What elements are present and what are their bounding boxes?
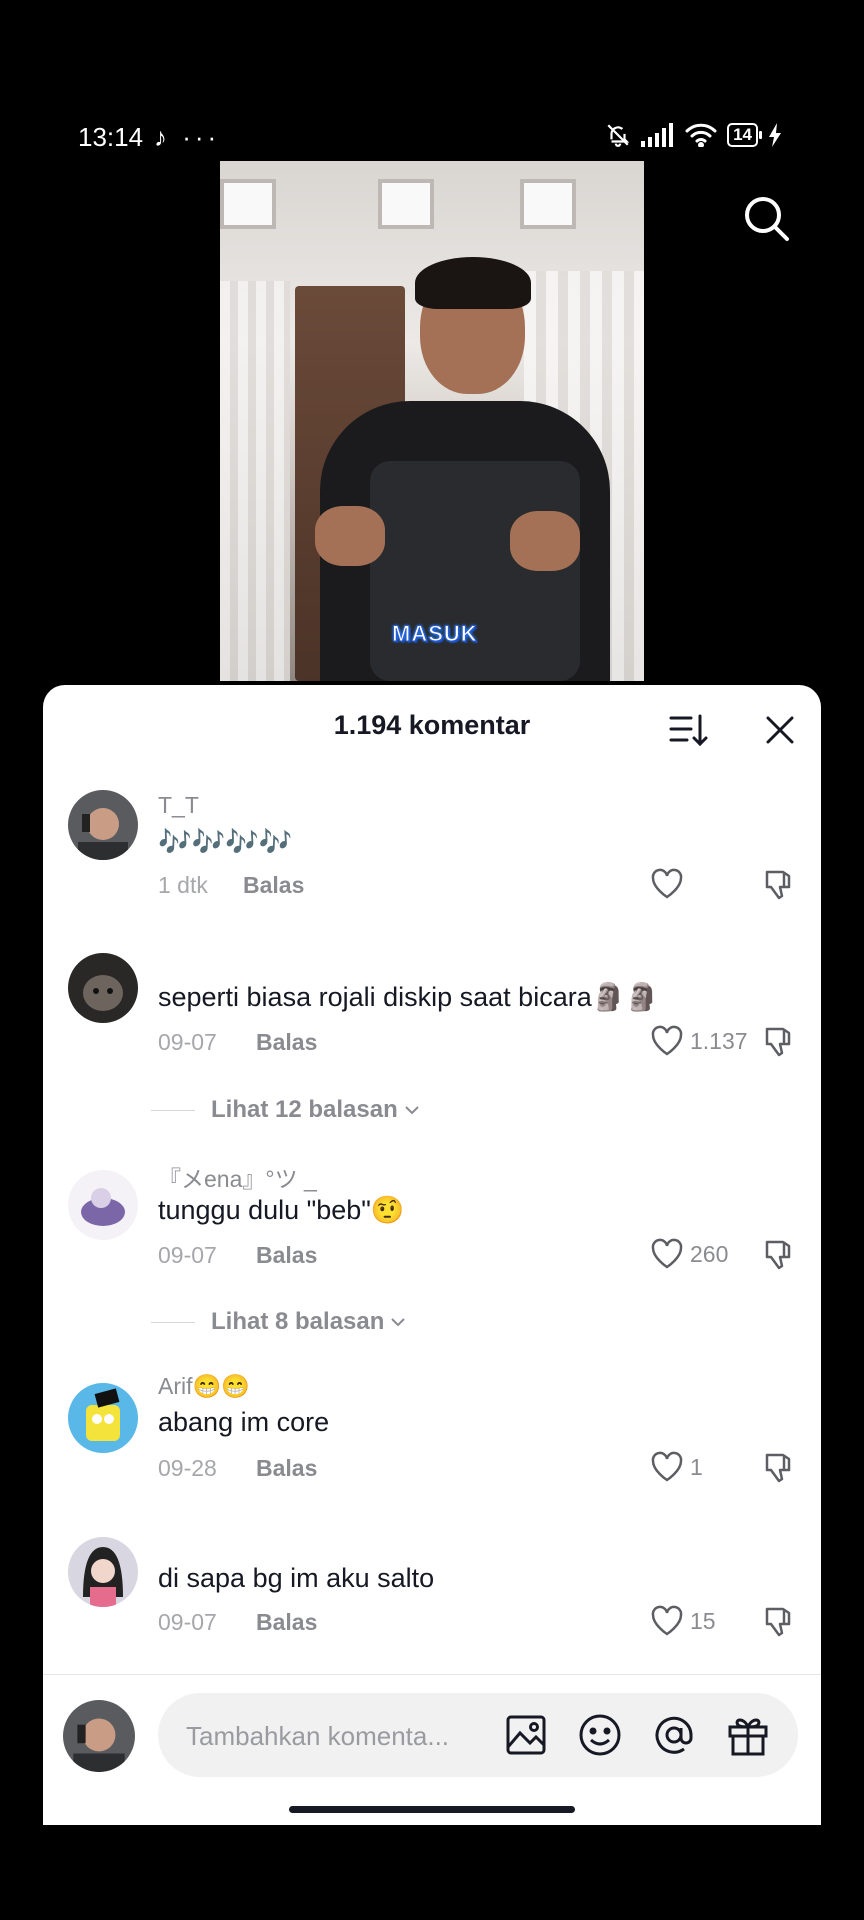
video-scene [378,179,434,229]
sort-icon[interactable] [669,712,709,748]
comment-time: 09-28 [158,1455,217,1481]
comment-time: 09-07 [158,1242,217,1268]
like-button[interactable]: 1 [650,1451,703,1483]
input-divider [43,1674,821,1675]
thumbs-down-icon[interactable] [761,1238,795,1272]
battery-indicator: 14 [727,123,762,147]
video-person [415,257,531,309]
status-notification-icons: ♪ ··· [154,122,221,152]
comment-time: 1 dtk [158,872,208,898]
thumbs-down-icon[interactable] [761,1025,795,1059]
reply-button[interactable]: Balas [256,1455,317,1482]
reply-button[interactable]: Balas [256,1242,317,1269]
like-count: 15 [690,1607,716,1634]
search-icon[interactable] [742,194,792,244]
video-person [315,506,385,566]
chevron-down-icon [405,1106,419,1115]
avatar[interactable] [68,953,138,1023]
replies-divider [151,1322,195,1323]
reply-button[interactable]: Balas [256,1029,317,1056]
comment-username[interactable]: 『メena』°ツ _ [158,1160,317,1194]
comment-time: 09-07 [158,1029,217,1055]
like-count: 1.137 [690,1027,748,1054]
charging-icon [769,123,781,147]
chevron-down-icon [391,1318,406,1327]
image-icon[interactable] [504,1713,548,1757]
replies-divider [151,1110,195,1111]
comment-input[interactable] [184,1693,498,1779]
heart-icon [651,1025,683,1056]
view-replies-button[interactable]: Lihat 8 balasan [211,1308,406,1336]
like-button[interactable]: 1.137 [650,1025,748,1057]
heart-icon [651,1605,683,1636]
status-system-icons: 14 [605,122,782,148]
comment-text: 🎶🎶🎶🎶 [158,827,293,857]
at-icon[interactable] [652,1713,696,1757]
comment-time: 09-07 [158,1609,217,1635]
video-scene [520,179,576,229]
current-user-avatar [63,1700,135,1772]
avatar[interactable] [68,1383,138,1453]
signal-icon [641,123,674,147]
thumbs-down-icon[interactable] [761,1605,795,1639]
home-indicator[interactable] [289,1806,575,1813]
bell-off-icon [607,124,630,147]
wifi-icon [685,123,717,147]
like-button[interactable]: 260 [650,1238,728,1270]
comment-username[interactable]: Arif😁😁 [158,1373,250,1400]
video-person [510,511,580,571]
comments-sheet: 1.194 komentar T_T 🎶🎶🎶🎶 1 dtk Balas sepe… [43,685,821,1825]
avatar[interactable] [68,1537,138,1607]
video-bag [370,461,580,681]
like-button[interactable] [650,868,690,900]
view-replies-label: Lihat 8 balasan [211,1308,385,1335]
heart-icon [651,1238,683,1269]
view-replies-button[interactable]: Lihat 12 balasan [211,1096,420,1124]
like-count: 260 [690,1240,729,1267]
comment-text: tunggu dulu "beb"🤨 [158,1195,405,1225]
video-caption: MASUK [392,621,478,647]
comment-text: abang im core [158,1407,330,1437]
thumbs-down-icon[interactable] [761,868,795,902]
reply-button[interactable]: Balas [243,872,304,899]
like-button[interactable]: 15 [650,1605,716,1637]
reply-button[interactable]: Balas [256,1609,317,1636]
video-player[interactable]: MASUK [220,161,644,681]
comment-username[interactable]: T_T [158,792,199,819]
gift-icon[interactable] [726,1713,770,1757]
status-time: 13:14 [78,122,144,152]
heart-icon [651,1451,683,1482]
emoji-icon[interactable] [578,1713,622,1757]
heart-icon [651,868,683,899]
avatar[interactable] [68,1170,138,1240]
thumbs-down-icon[interactable] [761,1451,795,1485]
like-count: 1 [690,1453,703,1480]
comment-text: di sapa bg im aku salto [158,1563,435,1593]
avatar[interactable] [68,790,138,860]
view-replies-label: Lihat 12 balasan [211,1096,398,1123]
video-scene [220,281,290,681]
comment-text: seperti biasa rojali diskip saat bicara🗿… [158,982,659,1012]
comment-input-container [158,1693,798,1779]
video-scene [220,179,276,229]
close-icon[interactable] [763,713,797,747]
